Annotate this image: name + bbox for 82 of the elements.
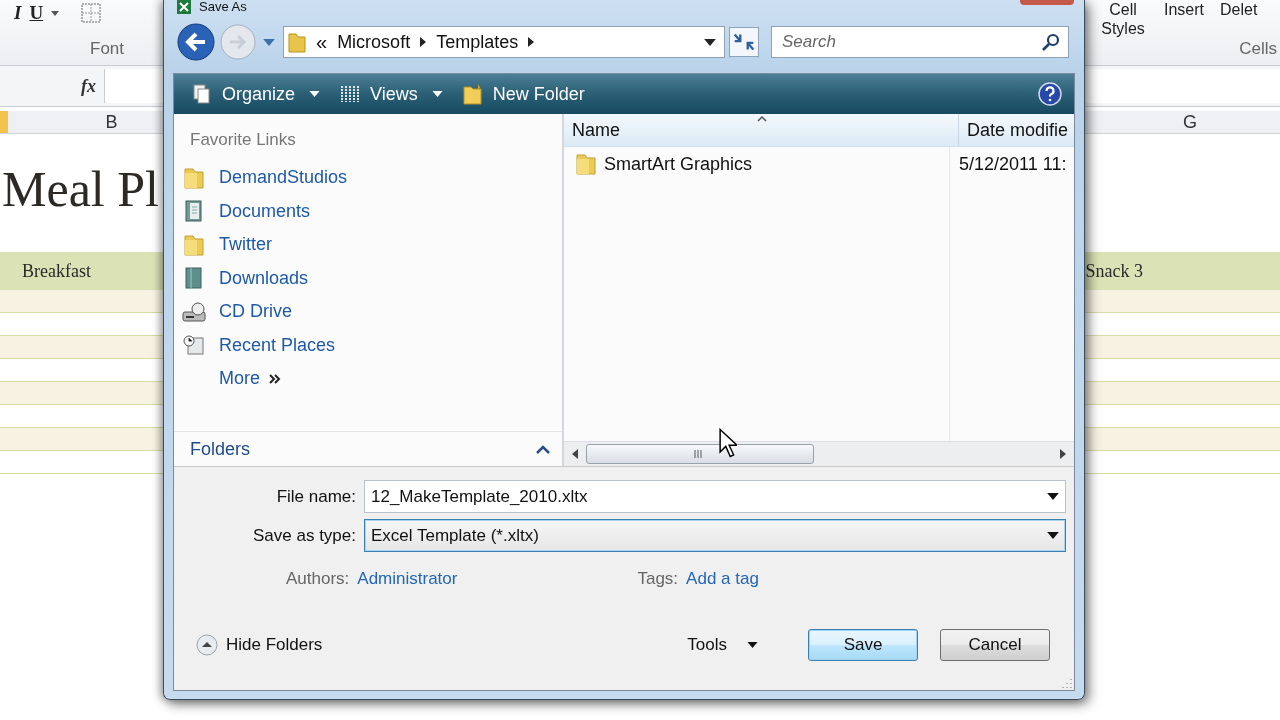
metadata-label: Authors: (286, 569, 350, 589)
address-bar[interactable]: « Microsoft Templates (283, 26, 725, 58)
cell-styles-button[interactable]: Cell Styles (1098, 0, 1148, 38)
breadcrumb-arrow-icon[interactable] (420, 37, 427, 47)
favorite-link[interactable]: Recent Places (174, 328, 562, 362)
resize-grip-icon[interactable] (1062, 678, 1072, 688)
help-icon[interactable] (1038, 82, 1062, 106)
search-icon (1042, 33, 1060, 51)
folder-icon (182, 233, 206, 256)
dropdown-arrow-icon[interactable] (1047, 532, 1059, 539)
field-label: File name: (275, 486, 356, 507)
table-header: Breakfast (22, 260, 91, 282)
new-folder-icon (462, 83, 483, 105)
chevron-up-icon[interactable] (536, 444, 550, 454)
hide-folders-button[interactable]: Hide Folders (190, 633, 329, 657)
views-icon (340, 83, 361, 105)
caret-icon (431, 91, 443, 97)
caret-icon (747, 642, 758, 648)
spreadsheet-icon (177, 0, 191, 14)
folders-toggle[interactable]: Folders (190, 438, 251, 460)
chevron-up-icon (196, 634, 218, 656)
scrollbar-thumb[interactable] (586, 444, 814, 464)
favorite-link[interactable]: DemandStudios (174, 161, 562, 195)
scroll-left-icon[interactable] (572, 449, 578, 459)
double-chevron-icon (269, 373, 281, 384)
scroll-right-icon[interactable] (1060, 449, 1066, 459)
column-header[interactable]: Name (564, 114, 959, 146)
column-header[interactable]: G (1100, 111, 1280, 133)
horizontal-scrollbar[interactable] (564, 441, 1074, 466)
toolbar-button[interactable]: Views (330, 79, 453, 109)
history-dropdown-icon[interactable] (263, 38, 275, 46)
toolbar-button[interactable]: New Folder (452, 79, 595, 109)
combo-field[interactable]: 12_MakeTemplate_2010.xltx (364, 480, 1066, 513)
delete-button[interactable]: Delet (1220, 0, 1258, 19)
file-name[interactable]: SmartArt Graphics (604, 153, 753, 175)
caret-icon (309, 91, 321, 97)
group-label: Font (90, 39, 125, 59)
breadcrumb-arrow-icon[interactable] (528, 37, 535, 47)
favorite-link[interactable]: Documents (174, 194, 562, 228)
table-header: Snack 3 (1085, 260, 1143, 282)
field-label: Save as type: (252, 525, 356, 546)
metadata-link[interactable]: Administrator (357, 569, 458, 589)
folder-icon (576, 153, 596, 175)
drive-icon (182, 300, 206, 323)
favorite-link[interactable]: More (174, 362, 562, 396)
dropdown-arrow-icon[interactable] (1047, 493, 1059, 500)
combo-field[interactable]: Excel Template (*.xltx) (364, 519, 1066, 552)
folder-icon (182, 166, 206, 189)
folder-icon (288, 31, 306, 53)
recent-places-icon (182, 334, 206, 357)
dialog-button[interactable]: Cancel (940, 629, 1050, 661)
favorite-link[interactable]: CD Drive (174, 295, 562, 329)
metadata-label: Tags: (637, 569, 679, 589)
file-date: 5/12/2011 11: (959, 153, 1067, 175)
breadcrumb-item[interactable]: Templates (436, 31, 519, 53)
dropdown-arrow-icon[interactable] (704, 38, 716, 46)
favorite-link[interactable]: Twitter (174, 228, 562, 262)
grip-icon (693, 450, 703, 458)
column-header[interactable]: Date modifie (959, 114, 1074, 146)
font-style-button[interactable]: U (29, 2, 44, 24)
font-style-button[interactable]: I (14, 2, 22, 24)
back-button[interactable] (177, 23, 215, 61)
search-input[interactable]: Search (780, 31, 1042, 53)
selected-column-marker (0, 111, 8, 133)
breadcrumb-item[interactable]: Microsoft (337, 31, 411, 53)
search-field[interactable]: Search (771, 26, 1069, 58)
overflow-chevron[interactable]: « (316, 30, 328, 54)
window-title: Save As (199, 0, 247, 14)
function-label[interactable]: fx (0, 75, 104, 97)
refresh-button[interactable] (729, 27, 759, 57)
favorite-link[interactable]: Downloads (174, 261, 562, 295)
insert-button[interactable]: Insert (1164, 0, 1204, 19)
dialog-button[interactable]: Save (808, 629, 918, 661)
sheet-title: Meal Pl (2, 161, 159, 217)
caret-icon[interactable] (51, 10, 60, 16)
toolbar-button[interactable]: Organize (182, 79, 331, 109)
group-label: Cells (1239, 39, 1277, 59)
metadata-link[interactable]: Add a tag (686, 569, 759, 589)
tools-button[interactable]: Tools (681, 634, 764, 656)
section-heading: Favorite Links (190, 130, 297, 150)
pages-icon (192, 83, 212, 105)
mouse-cursor-icon (719, 428, 737, 458)
